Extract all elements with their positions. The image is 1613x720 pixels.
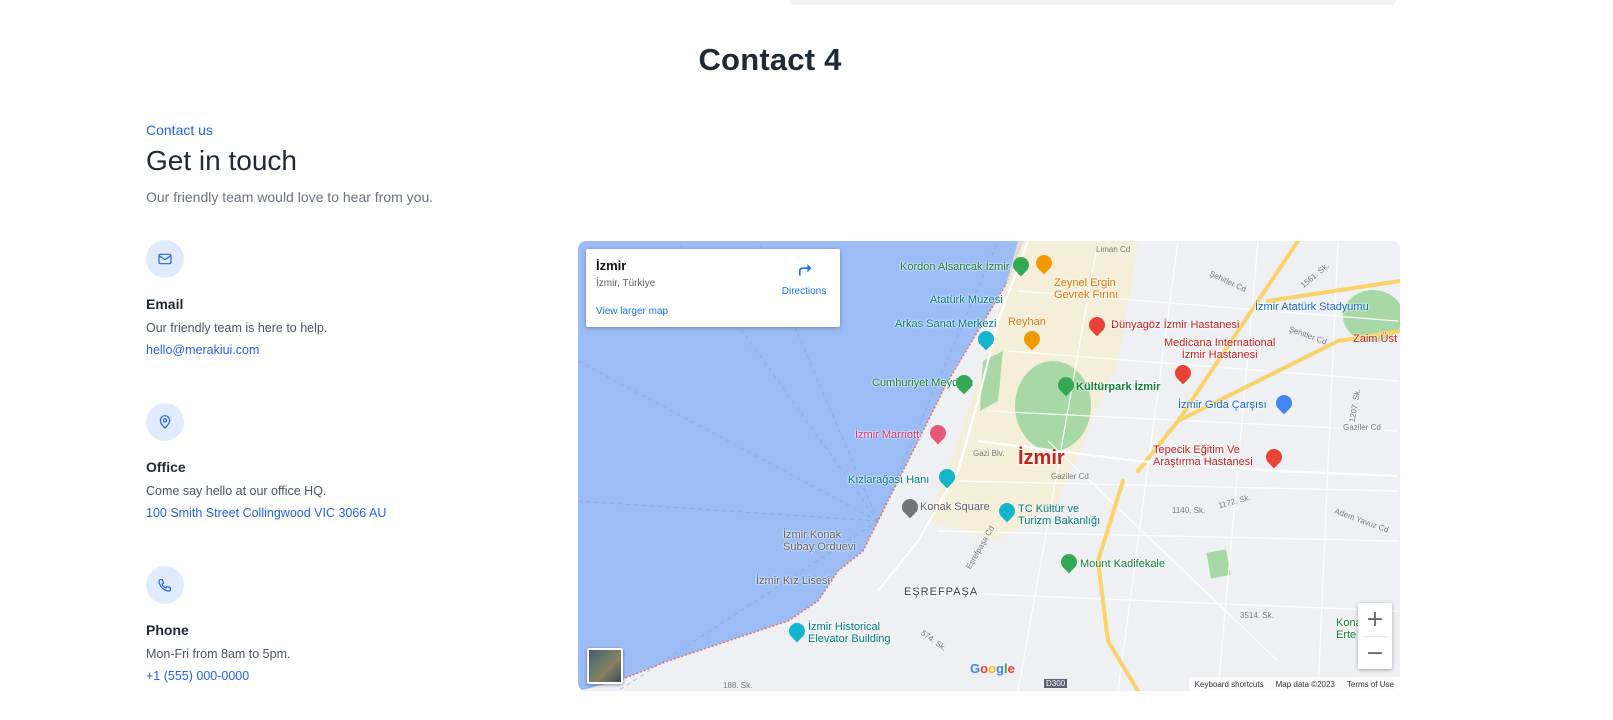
place-label[interactable]: Medicana International İzmir Hastanesi [1164,337,1275,361]
email-link[interactable]: hello@merakiui.com [146,343,526,357]
embedded-map[interactable]: Liman Cd Şehitler Cd Şehitler Cd Gazi Bl… [578,241,1400,691]
place-label[interactable]: Zeynel Ergin Gevrek Fırını [1054,277,1118,301]
road-label: 3514. Sk. [1240,611,1274,620]
logo-letter: o [988,661,997,676]
place-label[interactable]: Kültürpark İzmir [1076,381,1160,393]
road-label: Gazi Blv. [973,449,1005,458]
place-label[interactable]: İzmir Marriott [855,429,919,441]
place-label[interactable]: İzmir Kız Lisesi [756,575,830,587]
road-label: 1140. Sk. [1172,506,1206,515]
page-subheading: Our friendly team would love to hear fro… [146,189,434,205]
page-heading: Get in touch [146,145,297,176]
phone-icon [146,566,184,604]
place-label[interactable]: Reyhan [1008,316,1046,328]
contact-label: Office [146,459,186,475]
contact-office: Office Come say hello at our office HQ. … [146,403,526,520]
contact-phone: Phone Mon-Fri from 8am to 5pm. +1 (555) … [146,566,526,683]
road-label: Liman Cd [1096,245,1131,254]
road-label: Gaziler Cd [1343,423,1381,432]
contact-description: Our friendly team is here to help. [146,321,328,335]
place-label[interactable]: Kızlarağası Hanı [848,474,929,486]
map-attribution: Keyboard shortcuts Map data ©2023 Terms … [1188,677,1400,691]
place-name: İzmir [596,258,627,273]
map-data-text: Map data ©2023 [1275,679,1335,689]
contact-description: Mon-Fri from 8am to 5pm. [146,647,291,661]
road-label: 188. Sk. [723,681,753,690]
logo-letter: g [996,661,1004,676]
terms-of-use-link[interactable]: Terms of Use [1341,680,1400,689]
map-pin-icon [146,403,184,441]
road-label: D300 [1044,679,1068,688]
city-label: İzmir [1018,447,1065,469]
place-address: İzmir, Türkiye [596,278,656,289]
place-label[interactable]: İzmir Konak Subay Orduevi [783,529,856,553]
place-label[interactable]: Arkas Sanat Merkezi [895,318,996,330]
office-address-link[interactable]: 100 Smith Street Collingwood VIC 3066 AU [146,506,526,520]
directions-label: Directions [781,286,827,297]
contact-email: Email Our friendly team is here to help.… [146,240,526,357]
place-label[interactable]: Konak Square [920,501,990,513]
place-label[interactable]: TC Kültür ve Turizm Bakanlığı [1018,503,1100,527]
contact-label: Email [146,296,184,312]
zoom-out-button[interactable]: − [1358,637,1392,670]
logo-letter: o [980,661,989,676]
logo-letter: e [1007,661,1015,676]
directions-icon [799,264,812,276]
eyebrow-label: Contact us [146,122,213,138]
contact-label: Phone [146,622,189,638]
place-label[interactable]: İzmir Historical Elevator Building [808,621,891,645]
keyboard-shortcuts-link[interactable]: Keyboard shortcuts [1189,680,1270,689]
phone-link[interactable]: +1 (555) 000-0000 [146,669,526,683]
place-info-card: İzmir İzmir, Türkiye View larger map Dir… [586,249,840,327]
google-logo: Google [970,661,1015,676]
place-label[interactable]: Tepecik Eğitim Ve Araştırma Hastanesi [1153,444,1253,468]
section-title: Contact 4 [698,42,842,77]
place-label[interactable]: Zaim Üst [1353,333,1397,345]
road-label: Gaziler Cd [1051,472,1089,481]
satellite-toggle-button[interactable] [587,648,623,684]
view-larger-map-link[interactable]: View larger map [596,306,668,317]
neighborhood-label: EŞREFPAŞA [904,586,979,598]
top-divider-strip [790,0,1396,5]
contact-description: Come say hello at our office HQ. [146,484,327,498]
place-label[interactable]: Atatürk Müzesi [930,294,1003,306]
directions-button[interactable]: Directions [774,259,834,297]
zoom-in-button[interactable]: + [1358,603,1392,636]
place-label[interactable]: Mount Kadifekale [1080,558,1165,570]
mail-icon [146,240,184,278]
zoom-controls: + − [1358,603,1392,669]
logo-letter: G [970,661,981,676]
place-label[interactable]: İzmir Atatürk Stadyumu [1255,301,1369,313]
place-label[interactable]: Kordon Alsancak İzmir [900,261,1009,273]
place-label[interactable]: Dünyagöz İzmir Hastanesi [1111,319,1239,331]
place-label[interactable]: İzmir Gıda Çarşısı [1178,399,1267,411]
